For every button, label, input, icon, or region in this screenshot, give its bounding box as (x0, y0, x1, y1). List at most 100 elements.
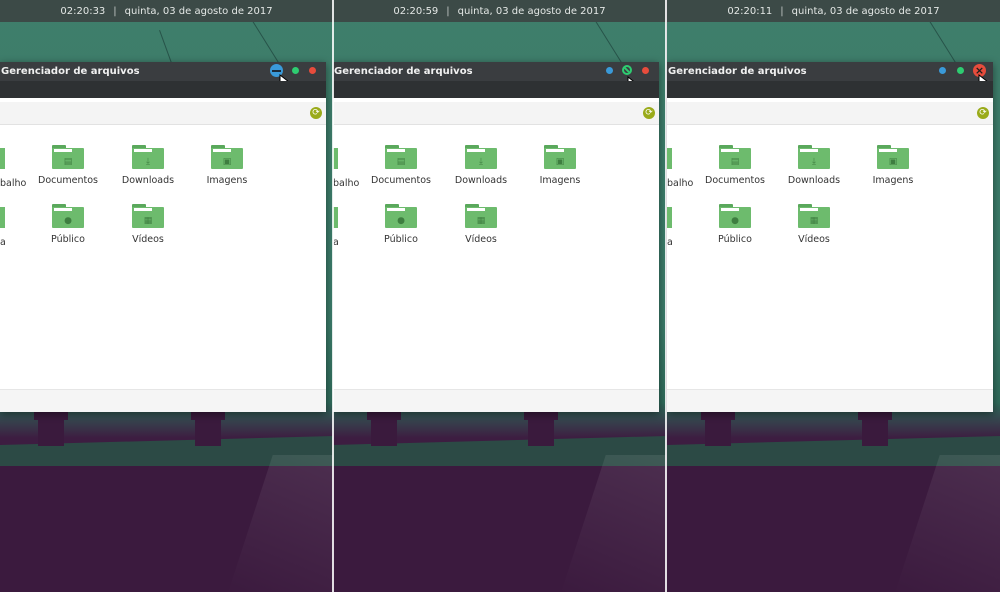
minimize-button[interactable] (606, 67, 613, 74)
clock[interactable]: 02:20:11 (727, 6, 772, 17)
window-title: Gerenciador de arquivos (1, 66, 140, 77)
folder-icon: ● (719, 204, 751, 228)
file-manager-window[interactable]: Gerenciador de arquivos ⟳ balho a ▤ Docu… (333, 62, 659, 412)
folder-icon: ▣ (877, 145, 909, 169)
partial-folder[interactable] (0, 207, 5, 228)
folder-icon: ⤓ (465, 145, 497, 169)
folder-label: Documentos (371, 175, 431, 186)
folder-label: Imagens (539, 175, 581, 186)
folder-icon: ⤓ (798, 145, 830, 169)
clock[interactable]: 02:20:59 (393, 6, 438, 17)
folder-videos[interactable]: ▦ Vídeos (108, 204, 188, 245)
status-bar (0, 389, 326, 412)
folder-label: Downloads (121, 175, 175, 186)
close-button[interactable] (309, 67, 316, 74)
partial-folder-label: balho (667, 178, 694, 189)
folder-icon: ● (52, 204, 84, 228)
folder-downloads[interactable]: ⤓ Downloads (108, 145, 188, 186)
people-icon: ● (397, 216, 405, 226)
image-icon: ▣ (222, 157, 232, 167)
folder-label: Imagens (872, 175, 914, 186)
top-panel: 02:20:33 | quinta, 03 de agosto de 2017 (0, 0, 333, 22)
folder-documentos[interactable]: ▤ Documentos (28, 145, 108, 186)
people-icon: ● (731, 216, 739, 226)
film-icon: ▦ (476, 216, 486, 226)
partial-folder[interactable] (667, 207, 672, 228)
partial-folder-label: balho (333, 178, 360, 189)
folder-label: Downloads (787, 175, 841, 186)
folder-icon: ● (385, 204, 417, 228)
panel-divider (332, 0, 334, 592)
download-icon: ⤓ (812, 157, 816, 167)
folder-icon: ▦ (465, 204, 497, 228)
folder-videos[interactable]: ▦ Vídeos (441, 204, 521, 245)
document-icon: ▤ (730, 157, 740, 167)
refresh-icon[interactable]: ⟳ (977, 107, 989, 119)
folder-documentos[interactable]: ▤ Documentos (695, 145, 775, 186)
folder-label: Público (51, 234, 85, 245)
folder-label: Documentos (705, 175, 765, 186)
folder-label: Imagens (206, 175, 248, 186)
image-icon: ▣ (555, 157, 565, 167)
folder-downloads[interactable]: ⤓ Downloads (774, 145, 854, 186)
folder-imagens[interactable]: ▣ Imagens (853, 145, 933, 186)
refresh-icon[interactable]: ⟳ (643, 107, 655, 119)
folder-label: Vídeos (132, 234, 164, 245)
people-icon: ● (64, 216, 72, 226)
window-title: Gerenciador de arquivos (334, 66, 473, 77)
folder-icon: ▦ (132, 204, 164, 228)
download-icon: ⤓ (146, 157, 150, 167)
date[interactable]: quinta, 03 de agosto de 2017 (125, 6, 273, 17)
folder-imagens[interactable]: ▣ Imagens (187, 145, 267, 186)
date[interactable]: quinta, 03 de agosto de 2017 (458, 6, 606, 17)
partial-folder-label: balho (0, 178, 27, 189)
close-button[interactable] (642, 67, 649, 74)
refresh-icon[interactable]: ⟳ (310, 107, 322, 119)
image-icon: ▣ (888, 157, 898, 167)
folder-publico[interactable]: ● Público (361, 204, 441, 245)
partial-folder[interactable] (667, 148, 672, 169)
folder-icon: ▣ (544, 145, 576, 169)
folder-downloads[interactable]: ⤓ Downloads (441, 145, 521, 186)
folder-view: balho a ▤ Documentos ⤓ Downloads ▣ Image… (333, 125, 659, 390)
status-bar (667, 389, 993, 412)
clock[interactable]: 02:20:33 (60, 6, 105, 17)
maximize-button[interactable] (292, 67, 299, 74)
folder-label: Downloads (454, 175, 508, 186)
folder-publico[interactable]: ● Público (695, 204, 775, 245)
minimize-button[interactable] (939, 67, 946, 74)
partial-folder-label: a (0, 237, 6, 248)
document-icon: ▤ (63, 157, 73, 167)
folder-documentos[interactable]: ▤ Documentos (361, 145, 441, 186)
separator: | (780, 5, 784, 17)
toolbar (333, 81, 659, 98)
maximize-button[interactable] (622, 65, 632, 75)
partial-folder-label: a (667, 237, 673, 248)
top-panel: 02:20:11 | quinta, 03 de agosto de 2017 (667, 0, 1000, 22)
location-bar[interactable]: ⟳ (0, 102, 326, 125)
separator: | (446, 5, 450, 17)
maximize-button[interactable] (957, 67, 964, 74)
folder-label: Público (384, 234, 418, 245)
folder-view: balho a ▤ Documentos ⤓ Downloads ▣ Image… (0, 125, 326, 390)
location-bar[interactable]: ⟳ (333, 102, 659, 125)
separator: | (113, 5, 117, 17)
folder-icon: ▤ (719, 145, 751, 169)
partial-folder[interactable] (0, 148, 5, 169)
folder-imagens[interactable]: ▣ Imagens (520, 145, 600, 186)
folder-label: Público (718, 234, 752, 245)
folder-publico[interactable]: ● Público (28, 204, 108, 245)
file-manager-window[interactable]: Gerenciador de arquivos × ⟳ balho a ▤ Do… (667, 62, 993, 412)
panel-divider (665, 0, 667, 592)
film-icon: ▦ (143, 216, 153, 226)
status-bar (333, 389, 659, 412)
file-manager-window[interactable]: Gerenciador de arquivos ⟳ balho a ▤ Docu… (0, 62, 326, 412)
film-icon: ▦ (809, 216, 819, 226)
folder-icon: ▦ (798, 204, 830, 228)
folder-icon: ▤ (385, 145, 417, 169)
download-icon: ⤓ (479, 157, 483, 167)
date[interactable]: quinta, 03 de agosto de 2017 (792, 6, 940, 17)
folder-videos[interactable]: ▦ Vídeos (774, 204, 854, 245)
location-bar[interactable]: ⟳ (667, 102, 993, 125)
top-panel: 02:20:59 | quinta, 03 de agosto de 2017 (333, 0, 666, 22)
